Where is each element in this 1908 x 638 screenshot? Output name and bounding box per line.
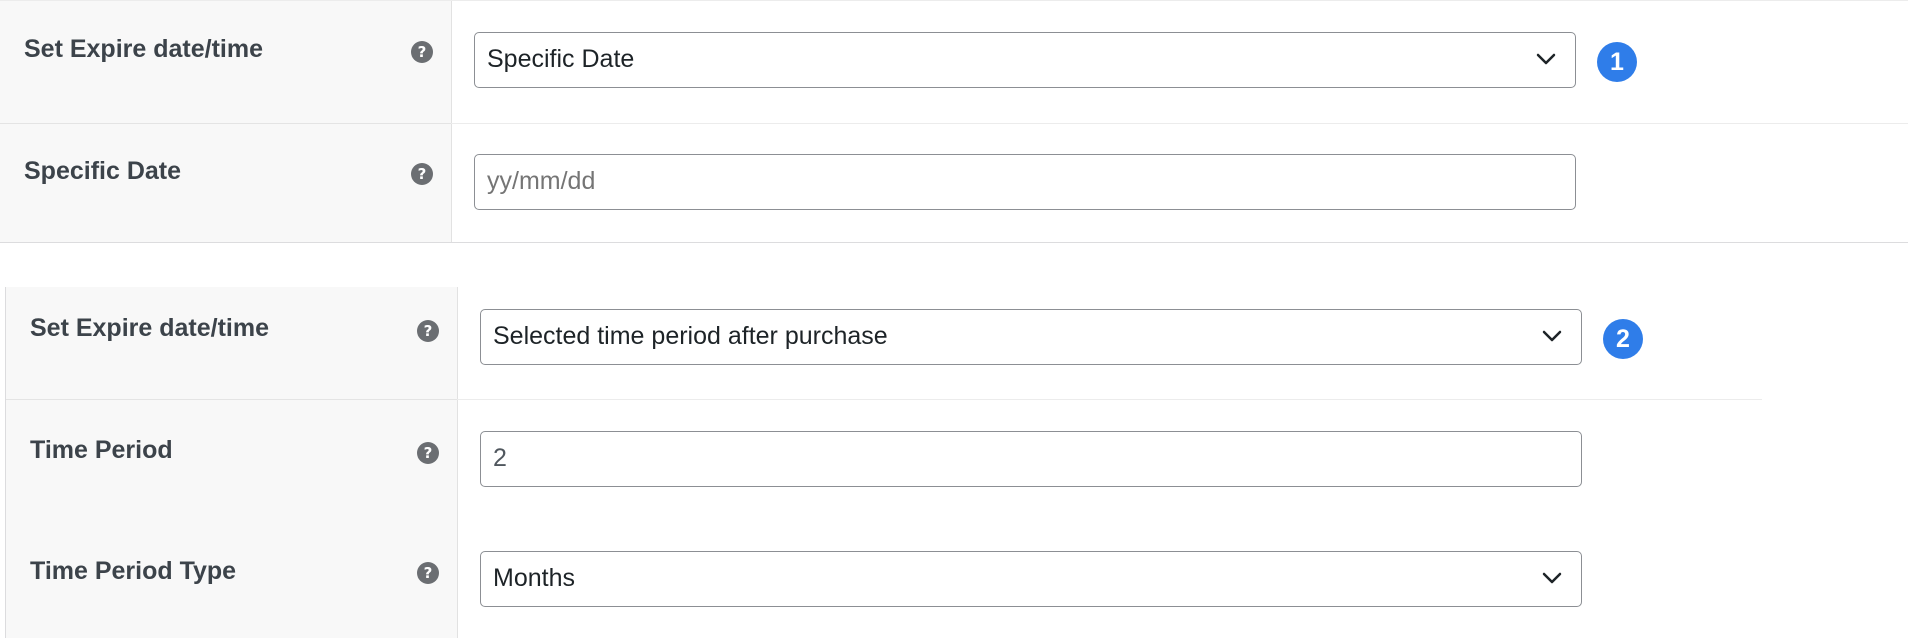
help-icon[interactable]: ? <box>411 163 433 185</box>
time-period-type-selected-value: Months <box>493 564 575 592</box>
expire-type-selected-value: Specific Date <box>487 45 635 73</box>
time-period-label: Time Period <box>30 436 173 464</box>
time-period-input[interactable]: 2 <box>480 431 1582 487</box>
expire-settings-panel-time-period: Set Expire date/time ? Selected time per… <box>5 287 1762 638</box>
help-icon[interactable]: ? <box>417 562 439 584</box>
specific-date-input[interactable]: yy/mm/dd <box>474 154 1576 210</box>
time-period-type-label: Time Period Type <box>30 557 237 585</box>
row-divider <box>457 399 1762 400</box>
chevron-down-icon <box>1542 572 1562 584</box>
time-period-type-select[interactable]: Months <box>480 551 1582 607</box>
step-badge-2: 2 <box>1603 319 1643 359</box>
row-divider <box>451 123 1908 124</box>
expire-settings-panel-specific-date: Set Expire date/time ? Specific Date 1 S… <box>0 0 1908 243</box>
chevron-down-icon <box>1542 330 1562 342</box>
expire-type-selected-value: Selected time period after purchase <box>493 322 888 350</box>
set-expire-label: Set Expire date/time <box>30 314 269 342</box>
set-expire-label: Set Expire date/time <box>24 35 263 63</box>
row-divider <box>0 123 451 124</box>
help-icon[interactable]: ? <box>411 41 433 63</box>
help-icon[interactable]: ? <box>417 320 439 342</box>
specific-date-label: Specific Date <box>24 157 182 185</box>
help-icon[interactable]: ? <box>417 442 439 464</box>
expire-type-select[interactable]: Selected time period after purchase <box>480 309 1582 365</box>
step-badge-1: 1 <box>1597 42 1637 82</box>
expire-type-select[interactable]: Specific Date <box>474 32 1576 88</box>
row-divider <box>6 399 457 400</box>
chevron-down-icon <box>1536 53 1556 65</box>
